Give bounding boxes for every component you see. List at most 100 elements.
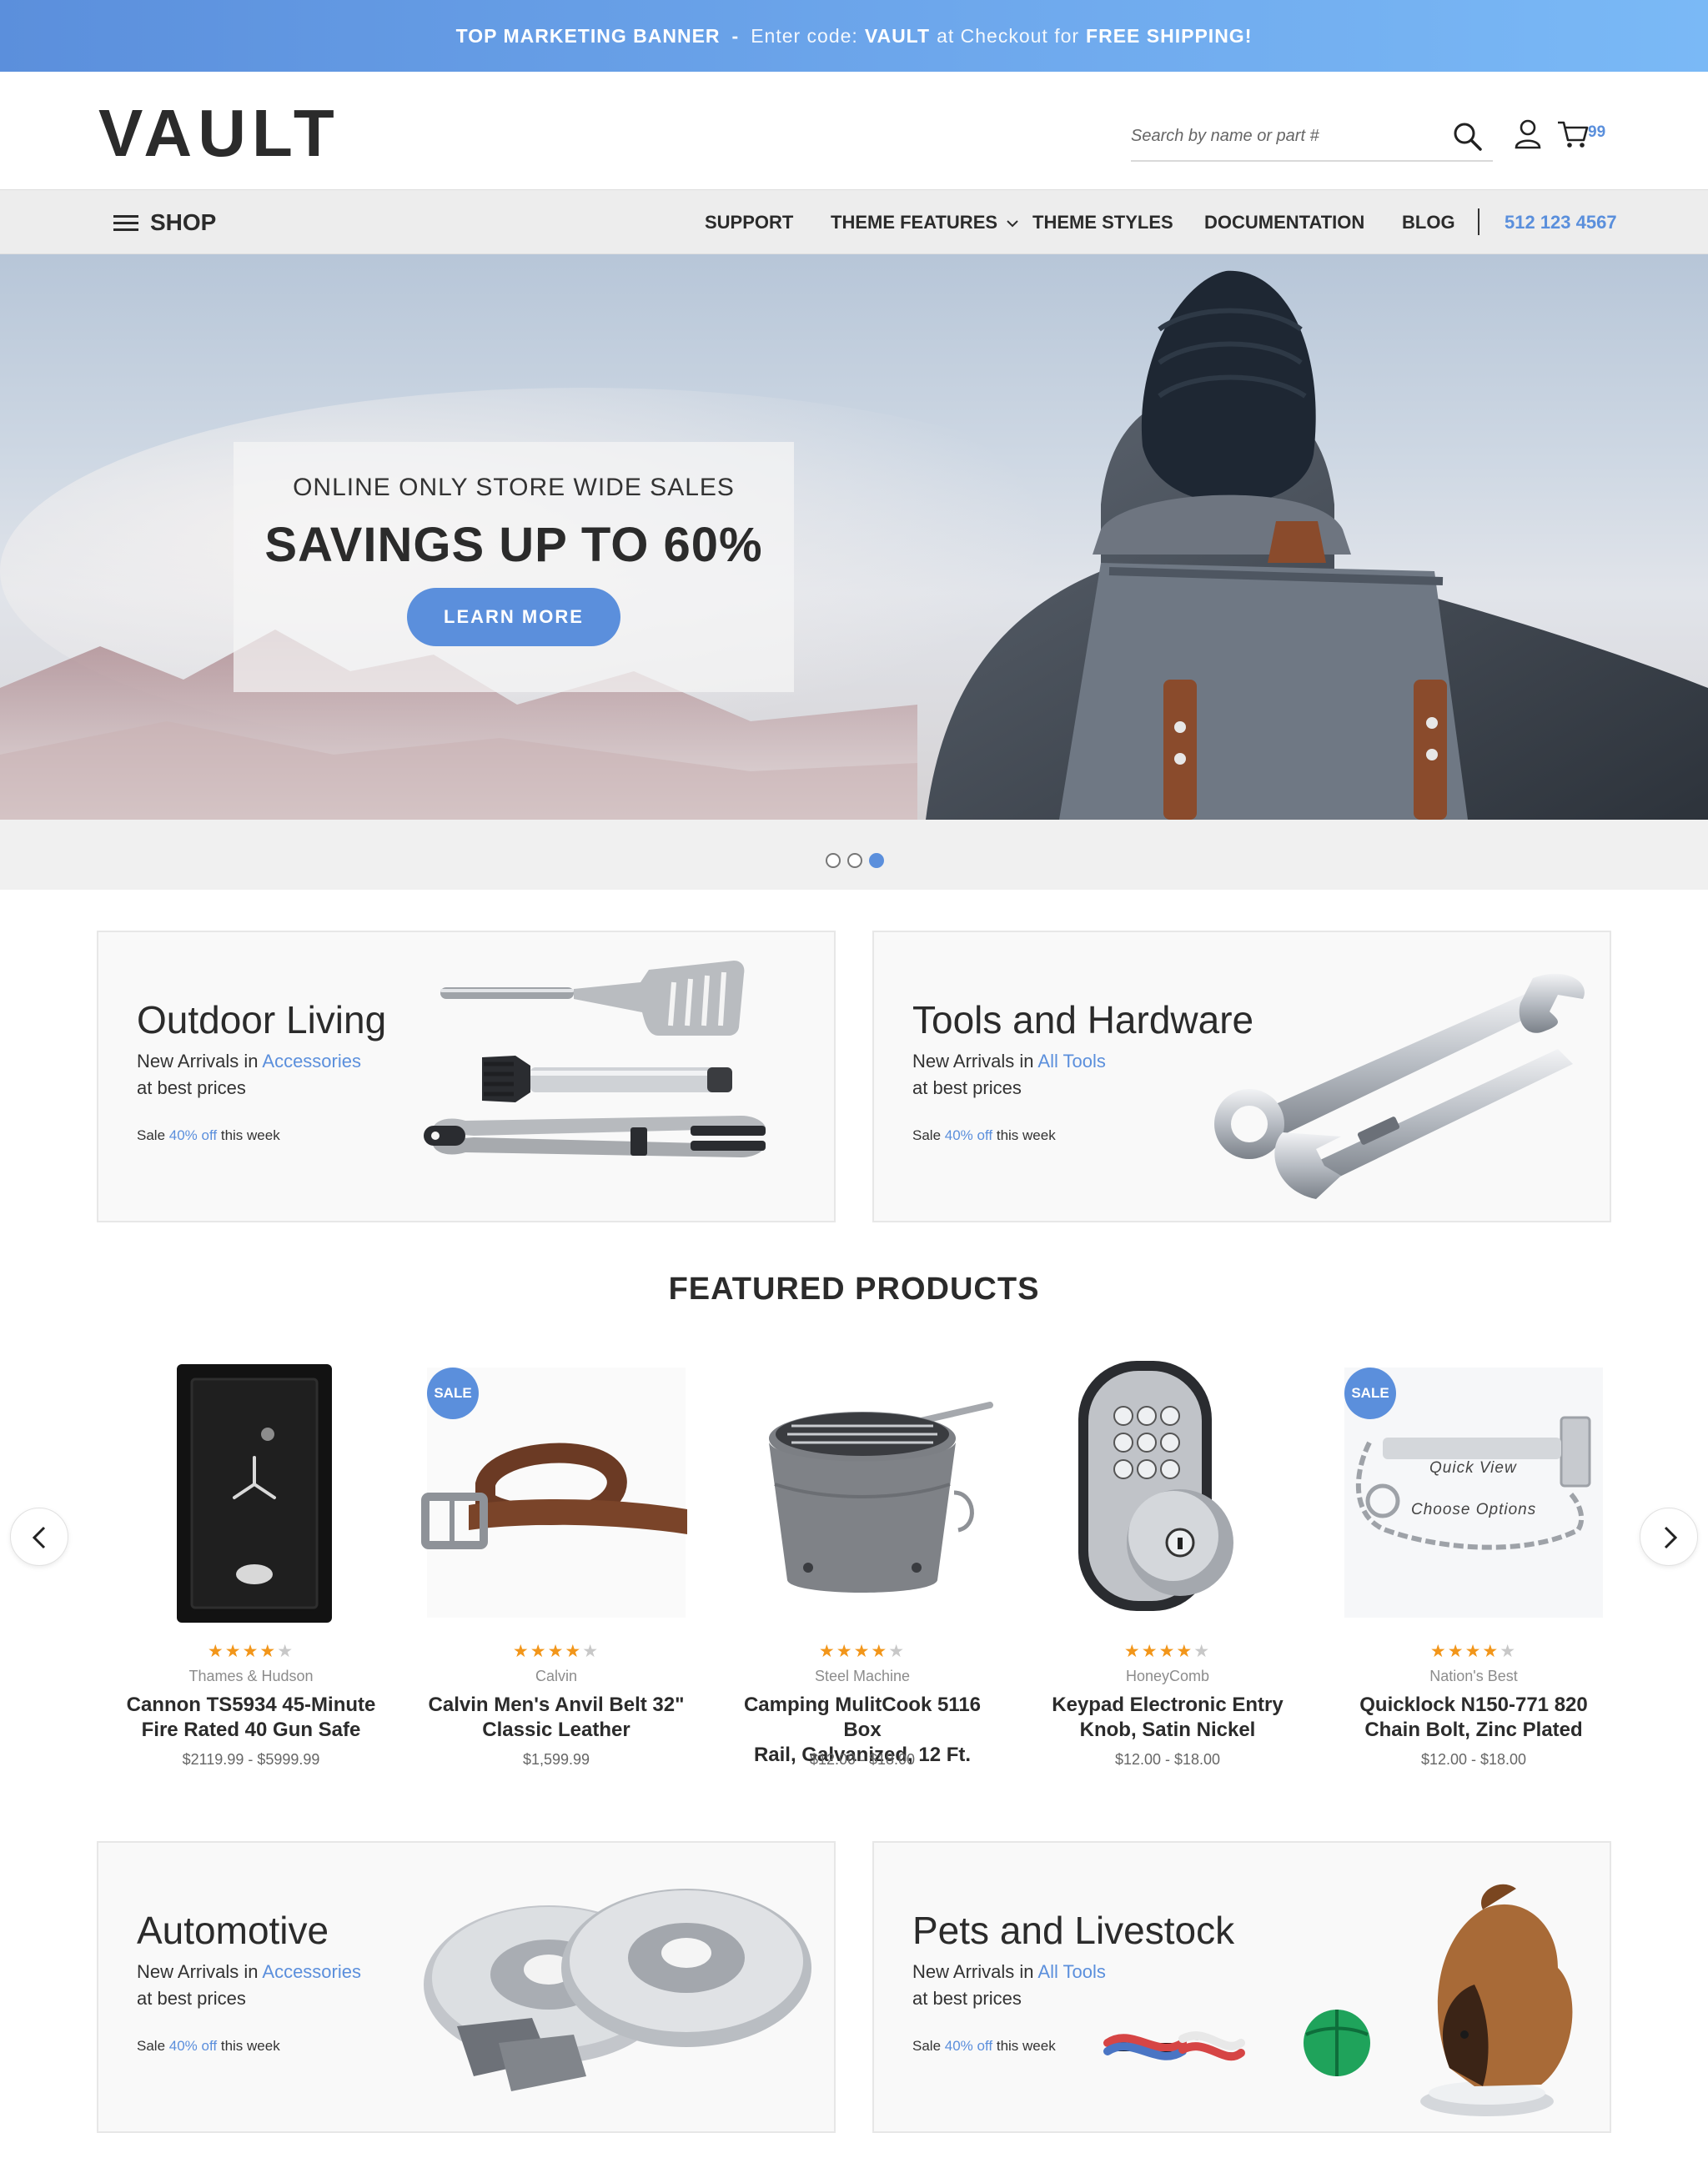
promo-link[interactable]: Accessories [262, 1961, 361, 1982]
banner-text-middle: at Checkout for [937, 24, 1080, 47]
star-icon: ★ [1429, 1642, 1448, 1661]
phone-number[interactable]: 512 123 4567 [1505, 212, 1617, 233]
product-name-line-2: Chain Bolt, Zinc Plated [1364, 1719, 1583, 1741]
product-name[interactable]: Cannon TS5934 45-Minute Fire Rated 40 Gu… [113, 1693, 389, 1743]
choose-options-button[interactable]: Choose Options [1411, 1501, 1536, 1519]
nav-item-documentation[interactable]: DOCUMENTATION [1204, 212, 1364, 233]
nav-item-theme-styles[interactable]: THEME STYLES [1032, 212, 1173, 233]
product-brand: HoneyComb [1125, 1668, 1210, 1684]
star-icon: ★ [224, 1642, 243, 1661]
promo-card-pets-livestock[interactable]: Pets and Livestock New Arrivals in All T… [872, 1841, 1611, 2133]
slider-dots [0, 820, 1708, 890]
nav-item-theme-features-label: THEME FEATURES [831, 212, 998, 233]
promo-text: New Arrivals in [137, 1961, 259, 1982]
product-price: $12.00 - $18.00 [1420, 1751, 1527, 1768]
slider-dot-2[interactable] [847, 853, 862, 868]
star-icon: ★ [871, 1642, 889, 1661]
nav-item-support[interactable]: SUPPORT [705, 212, 793, 233]
product-name[interactable]: Keypad Electronic Entry Knob, Satin Nick… [1030, 1693, 1305, 1743]
product-card[interactable]: ★★★★★ Steel Machine Camping MulitCook 51… [725, 1359, 1000, 1776]
promo-text: New Arrivals in [912, 1961, 1034, 1982]
product-name-line-1: Keypad Electronic Entry [1052, 1694, 1284, 1716]
slider-dot-3[interactable] [869, 853, 884, 868]
product-name-line-1: Calvin Men's Anvil Belt 32" [428, 1694, 685, 1716]
star-icon: ★ [242, 1642, 260, 1661]
promo-link[interactable]: All Tools [1037, 1051, 1106, 1071]
sale-prefix: Sale [912, 1127, 942, 1143]
promo-sale-text: Sale 40% off this week [137, 2038, 280, 2055]
star-icon: ★ [836, 1642, 854, 1661]
star-icon: ★ [1447, 1642, 1465, 1661]
product-card[interactable]: ★★★★★ HoneyComb Keypad Electronic Entry … [1030, 1359, 1305, 1776]
quick-view-button[interactable]: Quick View [1429, 1459, 1517, 1478]
promo-text: New Arrivals in [912, 1051, 1034, 1071]
user-icon[interactable] [1512, 118, 1544, 151]
product-card[interactable]: SALE ★★★★★ Calvin Calvin Men's Anvil Bel… [419, 1359, 694, 1776]
hero-slider: ONLINE ONLY STORE WIDE SALES SAVINGS UP … [0, 254, 1708, 820]
product-brand: Steel Machine [814, 1668, 911, 1684]
star-icon: ★ [1193, 1642, 1212, 1661]
chevron-right-icon [1664, 1526, 1678, 1549]
promo-title: Outdoor Living [137, 998, 387, 1041]
nav-item-theme-features[interactable]: THEME FEATURES [831, 212, 1019, 233]
product-image-gun-safe [177, 1364, 332, 1623]
dog-toys-image [1103, 1884, 1573, 2116]
product-price: $2119.99 - $5999.99 [182, 1751, 320, 1768]
site-header: VAULT 99 [0, 72, 1708, 189]
slider-dot-1[interactable] [826, 853, 841, 868]
cart-count-badge[interactable]: 99 [1588, 123, 1605, 142]
shop-menu-button[interactable]: SHOP [113, 208, 216, 237]
promo-line-2: at best prices [137, 1077, 246, 1098]
star-icon: ★ [1464, 1642, 1483, 1661]
sale-badge: SALE [1344, 1368, 1396, 1419]
search-input[interactable] [1131, 122, 1431, 150]
star-icon: ★ [888, 1642, 907, 1661]
star-icon: ★ [547, 1642, 565, 1661]
cart-icon[interactable] [1556, 118, 1590, 151]
banner-separator: - [731, 24, 740, 47]
product-rating: ★★★★★ [725, 1641, 1000, 1662]
sale-prefix: Sale [137, 2038, 166, 2054]
promo-line-1: New Arrivals in All Tools [912, 1051, 1106, 1072]
hero-title: SAVINGS UP TO 60% [264, 518, 763, 572]
marketing-banner: TOP MARKETING BANNER - Enter code: VAULT… [0, 0, 1708, 72]
sale-prefix: Sale [137, 1127, 166, 1143]
promo-card-automotive[interactable]: Automotive New Arrivals in Accessories a… [97, 1841, 836, 2133]
product-image-keypad-lock [1078, 1361, 1233, 1611]
carousel-prev-button[interactable] [10, 1508, 68, 1566]
promo-sale-text: Sale 40% off this week [912, 1127, 1056, 1144]
sale-percent: 40% off [944, 1127, 993, 1143]
product-card[interactable]: ★★★★★ Thames & Hudson Cannon TS5934 45-M… [113, 1359, 389, 1776]
search-bar [1131, 110, 1493, 162]
search-icon[interactable] [1451, 120, 1484, 153]
learn-more-button[interactable]: LEARN MORE [407, 588, 620, 646]
product-image-grill-bucket [769, 1402, 993, 1593]
product-price: $12.00 - $18.00 [809, 1751, 916, 1768]
promo-card-tools-hardware[interactable]: Tools and Hardware New Arrivals in All T… [872, 931, 1611, 1222]
main-nav: SHOP SUPPORT THEME FEATURES THEME STYLES… [0, 189, 1708, 254]
promo-line-1: New Arrivals in Accessories [137, 1051, 361, 1072]
promo-sale-text: Sale 40% off this week [912, 2038, 1056, 2055]
product-name-line-2: Fire Rated 40 Gun Safe [141, 1719, 361, 1741]
promo-card-outdoor-living[interactable]: Outdoor Living New Arrivals in Accessori… [97, 931, 836, 1222]
star-icon: ★ [1123, 1642, 1142, 1661]
sale-suffix: this week [996, 1127, 1056, 1143]
carousel-next-button[interactable] [1640, 1508, 1698, 1566]
product-name-line-1: Cannon TS5934 45-Minute [126, 1694, 376, 1716]
promo-line-1: New Arrivals in Accessories [137, 1961, 361, 1983]
product-card[interactable]: SALE Quick View Choose Options ★★★★★ Nat… [1336, 1359, 1611, 1776]
shop-label: SHOP [150, 209, 217, 235]
star-icon: ★ [259, 1642, 278, 1661]
promo-line-2: at best prices [137, 1988, 246, 2009]
nav-divider [1478, 208, 1479, 235]
product-rating: ★★★★★ [419, 1641, 694, 1662]
sale-suffix: this week [220, 2038, 280, 2054]
nav-item-blog[interactable]: BLOG [1402, 212, 1455, 233]
product-name[interactable]: Quicklock N150-771 820 Chain Bolt, Zinc … [1336, 1693, 1611, 1743]
star-icon: ★ [1141, 1642, 1159, 1661]
star-icon: ★ [853, 1642, 872, 1661]
promo-link[interactable]: Accessories [262, 1051, 361, 1071]
product-name[interactable]: Calvin Men's Anvil Belt 32" Classic Leat… [419, 1693, 694, 1743]
site-logo[interactable]: VAULT [98, 95, 340, 172]
wrenches-image [1214, 973, 1585, 1199]
